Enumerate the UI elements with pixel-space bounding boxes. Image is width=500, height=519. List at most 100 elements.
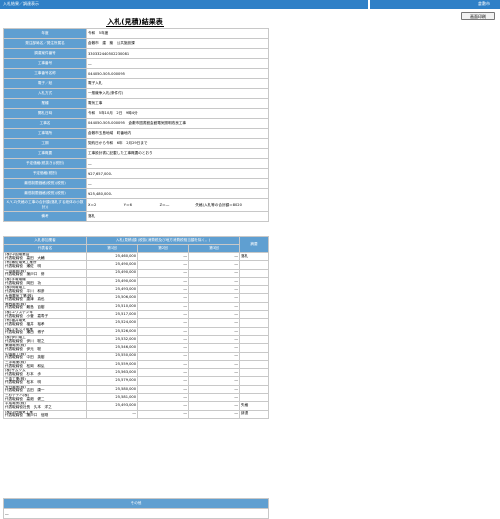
bidder-cell: 三金工業(株) 代表取締役 松本 明 <box>3 376 87 386</box>
bidder-cell: (有)福井電気 代表取締役 福井 裕孝 <box>3 318 87 328</box>
round3-amount: ― <box>188 343 240 353</box>
detail-row: 工期 契約日から令和 6年 2月29日まで <box>3 138 269 149</box>
bidder-representative: 代表取締役 瀬西 博子 <box>5 330 45 335</box>
detail-value: ― <box>86 58 269 69</box>
bidder-representative: 代表取締役 平川 和彦 <box>5 288 45 293</box>
detail-value: 一般競争入札(条件付) <box>86 88 269 99</box>
bidder-cell: 三杉デテハ(株) 代表取締役 高畑 健二 <box>3 393 87 403</box>
detail-row: 予定価格(税抜き)(税別) ― <box>3 158 269 169</box>
bid-status <box>239 268 269 278</box>
round3-amount: ― <box>188 376 240 386</box>
bidder-representative: 代表取締役 高田 大輔 <box>5 255 45 260</box>
round3-amount: ― <box>188 276 240 287</box>
detail-row: 年度 令和 5年度 <box>3 28 269 39</box>
detail-label: 予定価格(税別) <box>3 168 87 179</box>
round3-amount: ― <box>188 310 240 320</box>
detail-label: 予定価格(税抜き)(税別) <box>3 158 87 169</box>
bidder-representative: 代表取締役 伊川 聡之 <box>5 338 45 343</box>
bid-row: (有)瀬佐電気工業所 代表取締役 瀬佐 明 25,490,000 ― ― <box>3 260 269 270</box>
bidder-representative: 代表取締役 捕戸口 修 <box>5 272 45 277</box>
round3-amount: ― <box>188 351 240 361</box>
bid-status: 落札 <box>239 251 269 262</box>
print-screen-button[interactable]: 画面印刷 <box>461 12 495 20</box>
round1-amount: 25,526,000 <box>86 326 138 336</box>
round3-amount: ― <box>188 409 240 419</box>
detail-value: 044050-505-000095 倉敷市図書館会館電気照明改良工事 <box>86 118 269 129</box>
detail-value: 倉敷市玉島地域 町番地内 <box>86 128 269 139</box>
bidder-cell: 三弥電設(株) 代表取締役 捕戸口 修 <box>3 268 87 278</box>
bidder-cell: 鳴西電気(株) 代表取締役 難島 百樹 <box>3 301 87 312</box>
detail-label: 入札方式 <box>3 88 87 99</box>
detail-row: 調達案件番号 330332440502230081 <box>3 48 269 59</box>
detail-row: 予定価格(税別) ¥27,657,000- <box>3 168 269 179</box>
round1-amount: 25,559,000 <box>86 359 138 370</box>
bidder-representative: 代表取締役 中田 英樹 <box>5 355 45 360</box>
round2-amount: ― <box>137 359 189 370</box>
bidder-representative: 代表取締役 松岡 和弘 <box>5 363 45 368</box>
bidder-representative: 代表取締役 瀬佐 明 <box>5 263 41 268</box>
detail-row: 工事概要 工事設計書に記載した工事概要のとおり <box>3 148 269 159</box>
bidder-representative: 代表取締役 松本 明 <box>5 380 41 385</box>
detail-value: 令和 5年10月 2日 9時4分 <box>86 108 269 119</box>
z-value: Z＝― <box>159 202 170 207</box>
bid-row: (株)伊川電工 代表取締役 伊川 聡之 25,532,000 ― ― <box>3 334 269 345</box>
bid-status <box>239 326 269 336</box>
bidder-cell: 中国電工(株) 代表取締役 中田 英樹 <box>3 351 87 361</box>
round3-amount: ― <box>188 401 240 411</box>
detail-value: 044050-505-000095 <box>86 68 269 79</box>
detail-value: 電子入札 <box>86 78 269 89</box>
detail-label: 開札日時 <box>3 108 87 119</box>
bid-status <box>239 285 269 295</box>
bidder-representative: 代表取締役 難島 百樹 <box>5 305 45 310</box>
bid-status <box>239 334 269 345</box>
bidder-cell: 大日電気(株) 代表取締役 吉田 康一 <box>3 384 87 395</box>
bid-row: (株)中西電気工業 代表取締役 捕戸口 信剛 ― ― ― 辞退 <box>3 409 269 419</box>
bid-results-table: 入札参加業者 入札(見積)額 (税抜(消費税及び地方消費税相当額を除く。) 摘要… <box>3 236 269 419</box>
round1-amount: 25,490,000 <box>86 268 138 278</box>
detail-row: 工事場所 倉敷市玉島地域 町番地内 <box>3 128 269 139</box>
bid-status <box>239 310 269 320</box>
round2-amount: ― <box>137 409 189 419</box>
round2-amount: ― <box>137 393 189 403</box>
round3-amount: ― <box>188 326 240 336</box>
bid-row: (有)福井電気 代表取締役 福井 裕孝 25,524,000 ― ― <box>3 318 269 328</box>
round2-amount: ― <box>137 310 189 320</box>
round1-amount: 25,580,000 <box>86 384 138 395</box>
detail-row: 発注部局名／発注所属名 倉敷市 建 築 公共施設課 <box>3 38 269 49</box>
bidder-representative: 代表取締役 岡田 功 <box>5 280 41 285</box>
bid-status <box>239 293 269 303</box>
bid-status: 失格 <box>239 401 269 411</box>
detail-label: 工期 <box>3 138 87 149</box>
detail-label: 調達案件番号 <box>3 48 87 59</box>
round1-amount: 25,579,000 <box>86 376 138 386</box>
other-table: その他 ― <box>3 498 269 519</box>
detail-label: 工事番号名称 <box>3 68 87 79</box>
bidder-cell: (株)宇電電機 代表取締役 岡田 功 <box>3 276 87 287</box>
bid-row: 平成電気(株) 代表取締役社長 久本 洋之 25,493,000 ― ― 失格 <box>3 401 269 411</box>
round3-amount: ― <box>188 359 240 370</box>
representative-header: 代表者名 <box>3 244 87 253</box>
bid-status <box>239 260 269 270</box>
bidder-cell: (株)中国電業会 代表取締役 高田 大輔 <box>3 251 87 262</box>
bid-row: 三金工業(株) 代表取締役 松本 明 25,579,000 ― ― <box>3 376 269 386</box>
round2-amount: ― <box>137 376 189 386</box>
bidder-cell: 三洋電業(株) 代表取締役 松岡 和弘 <box>3 359 87 370</box>
round3-amount: ― <box>188 285 240 295</box>
round2-amount: ― <box>137 384 189 395</box>
round1-amount: 25,490,000 <box>86 260 138 270</box>
remarks-value: 落札 <box>86 211 269 222</box>
detail-value: ― <box>86 158 269 169</box>
bidder-representative: 代表取締役 伊元 聡 <box>5 346 41 351</box>
round1-header: 第1回 <box>86 244 138 253</box>
bidder-representative: 代表取締役 杉本 歩 <box>5 371 41 376</box>
header-city-label: 倉敷市 <box>478 1 490 6</box>
round1-amount: 25,493,000 <box>86 285 138 295</box>
round2-amount: ― <box>137 351 189 361</box>
bid-row: (株)中国電業会 代表取締役 高田 大輔 25,460,000 ― ― 落札 <box>3 251 269 262</box>
detail-value: ¥27,657,000- <box>86 168 269 179</box>
detail-row: 工事番号名称 044050-505-000095 <box>3 68 269 79</box>
breadcrumb: 入札結果／調達表示 <box>3 1 39 6</box>
bid-row: (株)サムソム 代表取締役 杉本 歩 25,563,000 ― ― <box>3 368 269 378</box>
bidder-cell: (株)明電電工 代表取締役 平川 和彦 <box>3 285 87 295</box>
xyz-label: X,Y,Z(失格の工事の合計額(落札する総体の小数計)) <box>3 198 87 212</box>
